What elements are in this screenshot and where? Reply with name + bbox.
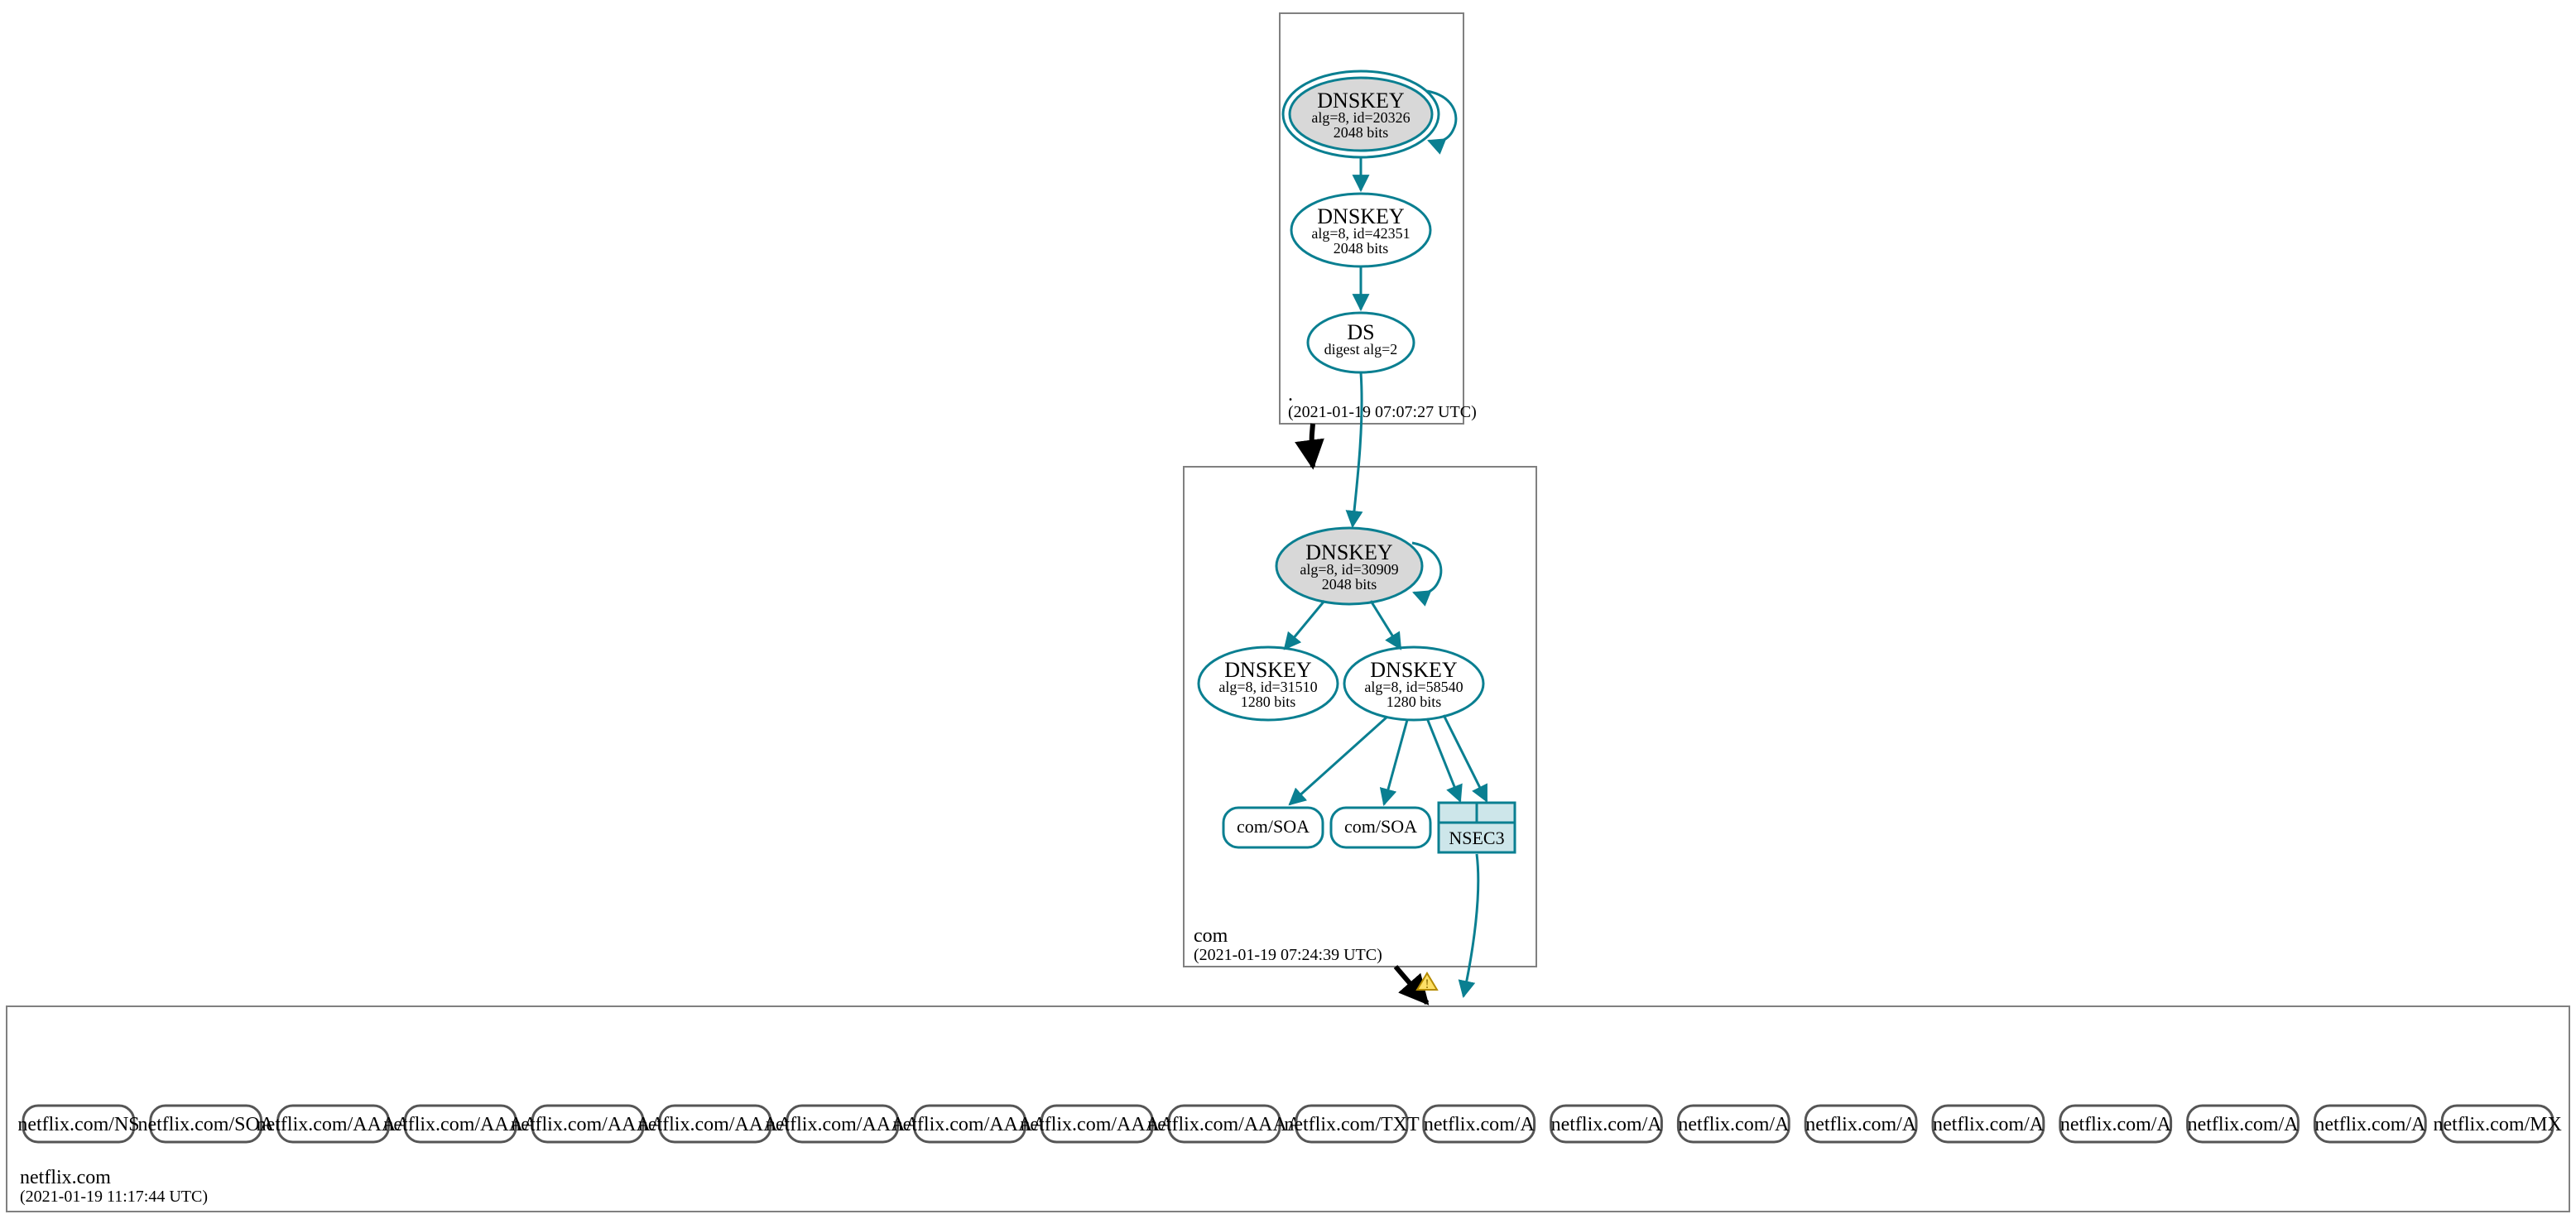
root-ds-node: DS digest alg=2 (1308, 313, 1414, 372)
zone-leaf: netflix.com (2021-01-19 11:17:44 UTC) ne… (7, 1006, 2569, 1212)
leaf-record-label: netflix.com/TXT (1284, 1114, 1420, 1135)
root-ksk-node: DNSKEY alg=8, id=20326 2048 bits (1283, 71, 1439, 157)
com-soa1-node: com/SOA (1223, 808, 1323, 847)
root-zsk-node: DNSKEY alg=8, id=42351 2048 bits (1291, 194, 1430, 266)
zone-com: com (2021-01-19 07:24:39 UTC) DNSKEY alg… (1184, 467, 1536, 967)
com-ksk-node: DNSKEY alg=8, id=30909 2048 bits (1276, 528, 1422, 604)
zone-root: . (2021-01-19 07:07:27 UTC) DNSKEY alg=8… (1280, 13, 1477, 424)
com-nsec3-node: NSEC3 (1439, 803, 1515, 852)
leaf-record-label: netflix.com/A (1551, 1114, 1663, 1135)
edge-root-to-com-delegation (1312, 424, 1314, 467)
leaf-records-row: netflix.com/NSnetflix.com/SOA netflix.com… (17, 1106, 2562, 1142)
dnssec-diagram: . (2021-01-19 07:07:27 UTC) DNSKEY alg=8… (0, 0, 2576, 1218)
leaf-record-label: netflix.com/A (1805, 1114, 1917, 1135)
leaf-record-label: netflix.com/A (2314, 1114, 2426, 1135)
svg-text:!: ! (1425, 977, 1429, 991)
zone-com-label: com (1194, 925, 1228, 947)
zone-leaf-label: netflix.com (20, 1167, 111, 1188)
svg-text:1280 bits: 1280 bits (1387, 693, 1442, 710)
svg-text:alg=8, id=58540: alg=8, id=58540 (1364, 679, 1463, 695)
com-zsk1-node: DNSKEY alg=8, id=31510 1280 bits (1199, 647, 1338, 720)
svg-text:NSEC3: NSEC3 (1449, 828, 1504, 848)
svg-text:alg=8, id=30909: alg=8, id=30909 (1300, 561, 1398, 578)
svg-text:alg=8, id=31510: alg=8, id=31510 (1218, 679, 1317, 695)
svg-text:1280 bits: 1280 bits (1241, 693, 1296, 710)
svg-text:com/SOA: com/SOA (1344, 816, 1417, 837)
svg-text:2048 bits: 2048 bits (1322, 576, 1377, 593)
leaf-record-label: netflix.com/A (1678, 1114, 1790, 1135)
svg-text:alg=8, id=20326: alg=8, id=20326 (1311, 109, 1410, 126)
leaf-record-label: netflix.com/A (2188, 1114, 2300, 1135)
zone-root-timestamp: (2021-01-19 07:07:27 UTC) (1288, 403, 1477, 421)
zone-com-timestamp: (2021-01-19 07:24:39 UTC) (1194, 946, 1382, 964)
svg-text:digest alg=2: digest alg=2 (1324, 341, 1398, 358)
svg-text:2048 bits: 2048 bits (1334, 240, 1389, 257)
svg-text:2048 bits: 2048 bits (1334, 124, 1389, 141)
leaf-record-label: netflix.com/A (2060, 1114, 2172, 1135)
svg-text:alg=8, id=42351: alg=8, id=42351 (1311, 225, 1410, 242)
warning-icon: ! (1417, 973, 1437, 991)
leaf-record-label: netflix.com/A (1933, 1114, 2045, 1135)
edge-ds-to-com-ksk (1353, 372, 1362, 526)
leaf-record-label: netflix.com/NS (17, 1114, 139, 1135)
leaf-record-label: netflix.com/A (1424, 1114, 1536, 1135)
leaf-record-label: netflix.com/SOA (137, 1114, 274, 1135)
com-zsk2-node: DNSKEY alg=8, id=58540 1280 bits (1344, 647, 1483, 720)
zone-leaf-timestamp: (2021-01-19 11:17:44 UTC) (20, 1188, 208, 1206)
leaf-record-label: netflix.com/AAAA (1147, 1114, 1302, 1135)
leaf-record-label: netflix.com/MX (2434, 1114, 2562, 1135)
svg-text:com/SOA: com/SOA (1237, 816, 1310, 837)
edge-nsec3-to-leaf (1463, 854, 1478, 996)
com-soa2-node: com/SOA (1331, 808, 1430, 847)
